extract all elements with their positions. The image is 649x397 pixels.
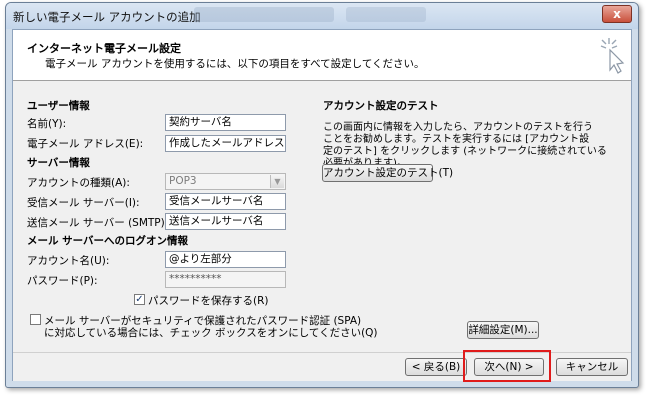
remember-password-checkbox[interactable]: ✓ <box>134 294 145 305</box>
dialog-window: 新しい電子メール アカウントの追加 x インターネット電子メール設定 電子メール… <box>5 2 639 388</box>
name-label: 名前(Y): <box>27 118 67 130</box>
account-name-label: アカウント名(U): <box>27 255 110 267</box>
name-field[interactable]: 契約サーバ名 <box>165 114 286 131</box>
server-info-heading: サーバー情報 <box>27 157 90 169</box>
remember-password-label: パスワードを保存する(R) <box>148 295 269 307</box>
close-button[interactable]: x <box>602 5 632 23</box>
account-name-field[interactable]: @より左部分 <box>165 251 286 268</box>
spa-label-line2: に対応している場合には、チェック ボックスをオンにしてください(Q) <box>44 327 378 339</box>
account-type-label: アカウントの種類(A): <box>27 177 130 189</box>
test-account-button[interactable]: アカウント設定のテスト(T) <box>322 164 453 182</box>
titlebar-blur <box>194 7 334 22</box>
title-bar: 新しい電子メール アカウントの追加 x <box>6 3 638 29</box>
titlebar-blur <box>346 7 426 22</box>
test-heading: アカウント設定のテスト <box>323 100 439 112</box>
account-type-select: POP3 ▼ <box>165 173 286 190</box>
page-subtitle: 電子メール アカウントを使用するには、以下の項目をすべて設定してください。 <box>45 58 425 70</box>
email-label: 電子メール アドレス(E): <box>27 138 144 150</box>
password-label: パスワード(P): <box>27 275 98 287</box>
spa-checkbox[interactable] <box>30 314 41 325</box>
dialog-content: インターネット電子メール設定 電子メール アカウントを使用するには、以下の項目を… <box>12 29 632 381</box>
page-title: インターネット電子メール設定 <box>27 42 181 55</box>
outgoing-server-field[interactable]: 送信メールサーバ名 <box>165 213 286 230</box>
email-field[interactable]: 作成したメールアドレス <box>165 135 286 152</box>
cancel-button[interactable]: キャンセル <box>556 358 628 376</box>
wizard-header: インターネット電子メール設定 電子メール アカウントを使用するには、以下の項目を… <box>13 30 631 81</box>
incoming-server-label: 受信メール サーバー(I): <box>27 197 140 209</box>
back-button[interactable]: < 戻る(B) <box>405 358 467 376</box>
user-info-heading: ユーザー情報 <box>27 100 90 112</box>
chevron-down-icon: ▼ <box>270 175 284 188</box>
window-title: 新しい電子メール アカウントの追加 <box>13 10 201 24</box>
account-type-value: POP3 <box>169 175 197 187</box>
password-field[interactable]: ********** <box>165 271 286 288</box>
incoming-server-field[interactable]: 受信メールサーバ名 <box>165 193 286 210</box>
logon-info-heading: メール サーバーへのログオン情報 <box>27 235 189 247</box>
advanced-settings-button[interactable]: 詳細設定(M)... <box>467 321 539 339</box>
wizard-cursor-icon <box>600 38 625 74</box>
outgoing-server-label: 送信メール サーバー (SMTP)(O): <box>27 217 185 229</box>
next-button-highlight <box>463 350 551 382</box>
